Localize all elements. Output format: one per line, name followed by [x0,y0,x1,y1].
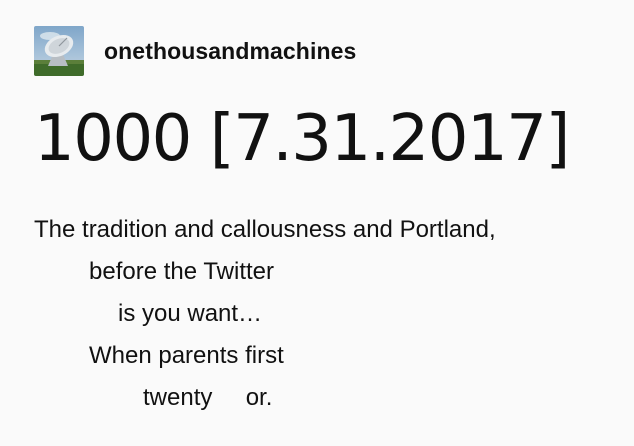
satellite-dish-avatar-icon [34,26,84,76]
poem-line: The tradition and callousness and Portla… [34,216,496,243]
poem-line: before the Twitter [89,258,274,285]
poem-line: twenty or. [143,384,273,411]
post-title: 1000 [7.31.2017] [34,102,570,176]
post-header: onethousandmachines [34,26,356,76]
blog-avatar[interactable] [34,26,84,76]
blog-username-link[interactable]: onethousandmachines [104,38,356,65]
poem-line: When parents first [89,342,284,369]
poem-line: is you want… [118,300,263,327]
